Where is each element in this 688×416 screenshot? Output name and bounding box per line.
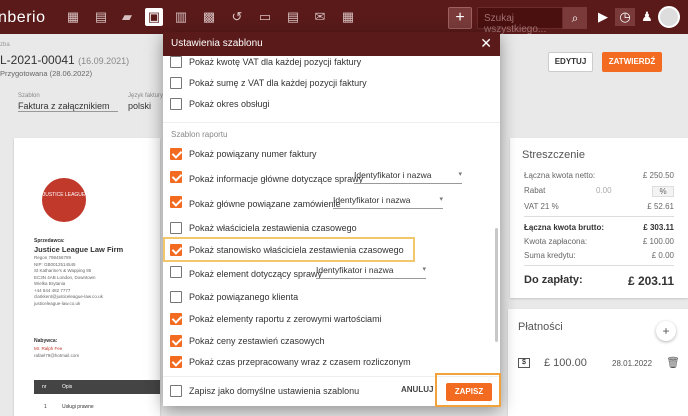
checkbox[interactable]: [170, 77, 182, 89]
folder-icon[interactable]: ▭: [256, 8, 274, 26]
summary-card: Streszczenie Łączna kwota netto: £ 250.50…: [510, 138, 688, 298]
buyer-email: rafael79@hotmail.com: [34, 353, 80, 358]
due-row: Do zapłaty: £ 203.11: [524, 274, 674, 288]
checkbox[interactable]: [170, 171, 182, 183]
bank-icon[interactable]: ▥: [172, 8, 190, 26]
search-input[interactable]: Szukaj wszystkiego...: [477, 7, 563, 35]
checkbox[interactable]: [170, 148, 182, 160]
notes-icon[interactable]: ▤: [284, 8, 302, 26]
invoice-number: L-2021-00041 (16.09.2021): [0, 53, 130, 67]
summary-title: Streszczenie: [522, 149, 585, 161]
modal-header: Ustawienia szablonu ✕: [163, 32, 500, 56]
history-icon[interactable]: ↺: [228, 8, 246, 26]
add-payment-button[interactable]: +: [656, 321, 676, 341]
template-select[interactable]: Faktura z załącznikiem: [18, 101, 118, 112]
discount-row: Rabat 0.00%: [524, 186, 674, 197]
case-element-dropdown[interactable]: Identyfikator i nazwa: [316, 265, 426, 279]
app-logo[interactable]: nberio: [0, 9, 45, 27]
payments-card: Płatności + $ £ 100.00 28.01.2022 🗑: [508, 309, 688, 416]
template-settings-modal: Ustawienia szablonu ✕ Pokaż kwotę VAT dl…: [163, 32, 501, 407]
save-button[interactable]: ZAPISZ: [446, 383, 492, 401]
checkbox[interactable]: [170, 385, 182, 397]
table-row-nr: 1: [44, 404, 47, 410]
buyer-name: Mr. Ralph Fee: [34, 346, 63, 351]
cancel-button[interactable]: ANULUJ: [401, 385, 433, 394]
user-avatar[interactable]: [658, 6, 680, 28]
checkbox[interactable]: [170, 222, 182, 234]
add-button[interactable]: +: [448, 7, 472, 29]
close-icon[interactable]: ✕: [480, 35, 492, 52]
gross-row: Łączna kwota brutto: £ 303.11: [524, 223, 674, 232]
case-info-dropdown[interactable]: Identyfikator i nazwa: [354, 170, 462, 184]
seller-details: Regon 798456789 NIP: GB0012514545 St Katha…: [34, 255, 103, 306]
main-order-dropdown[interactable]: Identyfikator i nazwa: [333, 195, 443, 209]
justice-league-logo: JUSTICE LEAGUE: [42, 178, 86, 222]
trash-icon[interactable]: 🗑: [666, 356, 680, 369]
grid-icon[interactable]: ▤: [92, 8, 110, 26]
buyer-label: Nabywca:: [34, 338, 58, 344]
checkbox[interactable]: [170, 98, 182, 110]
timer-icon[interactable]: ◷: [615, 8, 635, 26]
modal-footer: Zapisz jako domyślne ustawienia szablonu…: [163, 373, 501, 407]
net-row: Łączna kwota netto: £ 250.50: [524, 171, 674, 180]
play-icon[interactable]: ▶: [594, 8, 612, 26]
seller-label: Sprzedawca:: [34, 238, 65, 244]
modal-title: Ustawienia szablonu: [171, 38, 263, 49]
checkbox[interactable]: [170, 266, 182, 278]
edit-button[interactable]: EDYTUJ: [548, 52, 593, 72]
page-label: zba: [0, 42, 10, 48]
seller-name: Justice League Law Firm: [34, 245, 124, 254]
dashboard-icon[interactable]: ▦: [64, 8, 82, 26]
checkbox[interactable]: [170, 196, 182, 208]
payments-title: Płatności: [518, 321, 563, 333]
bell-icon[interactable]: ♟: [638, 8, 656, 26]
checkbox[interactable]: [170, 56, 182, 68]
template-label: Szablon: [18, 93, 40, 99]
approve-button[interactable]: ZATWIERDŹ: [602, 52, 662, 72]
checkbox[interactable]: [170, 313, 182, 325]
section-report-template: Szablon raportu: [171, 130, 228, 139]
modal-scrollbar[interactable]: [495, 228, 498, 342]
checkbox[interactable]: [170, 244, 182, 256]
payment-date: 28.01.2022: [612, 359, 653, 368]
checkbox[interactable]: [170, 356, 182, 368]
language-label: Język faktury: [128, 93, 164, 99]
search-icon[interactable]: ⌕: [563, 7, 587, 29]
calendar-icon[interactable]: ▩: [200, 8, 218, 26]
table-header: nr Opis: [34, 380, 160, 394]
cash-icon: $: [518, 358, 530, 368]
invoice-preview: JUSTICE LEAGUE Sprzedawca: Justice Leagu…: [14, 138, 160, 416]
vat-row: VAT 21 % £ 52.61: [524, 202, 674, 211]
table-row-desc: Usługi prawne: [62, 404, 94, 410]
report-icon[interactable]: ▦: [339, 8, 357, 26]
document-icon[interactable]: ▣: [145, 8, 163, 26]
checkbox[interactable]: [170, 291, 182, 303]
mail-icon[interactable]: ✉: [311, 8, 329, 26]
briefcase-icon[interactable]: ▰: [118, 8, 136, 26]
top-navigation-bar: nberio ▦ ▤ ▰ ▣ ▥ ▩ ↺ ▭ ▤ ✉ ▦ + Szukaj ws…: [0, 0, 688, 35]
paid-row: Kwota zapłacona: £ 100.00: [524, 237, 674, 246]
payment-amount: £ 100.00: [544, 357, 587, 369]
invoice-status: Przygotowana (28.06.2022): [0, 69, 93, 78]
checkbox[interactable]: [170, 335, 182, 347]
credit-row: Suma kredytu: £ 0.00: [524, 251, 674, 260]
language-select[interactable]: polski: [128, 101, 151, 111]
